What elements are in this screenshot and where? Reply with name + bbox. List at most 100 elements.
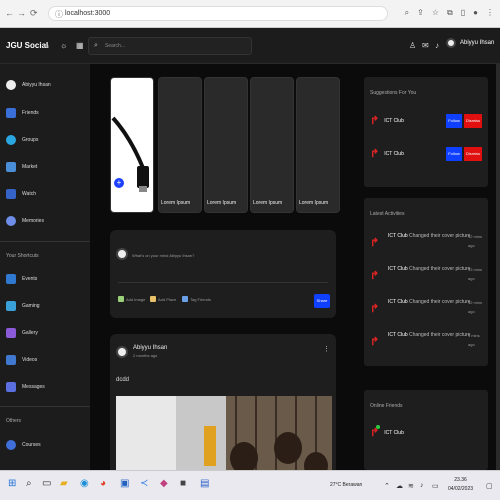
edge-browser-icon[interactable]: ◉ xyxy=(80,478,89,489)
sidebar-item-watch[interactable]: Watch xyxy=(6,189,36,199)
tag-friends-label: Tag Friends xyxy=(190,296,211,302)
groups-icon xyxy=(6,135,16,145)
post-image[interactable] xyxy=(116,396,332,474)
activity-item[interactable]: ICT Club Changed their cover picture 1 m… xyxy=(388,331,484,347)
ict-logo: ↱ xyxy=(370,237,380,249)
notifications-icon[interactable]: ▢ xyxy=(486,482,493,490)
chrome-browser-icon[interactable]: ◕ xyxy=(100,478,106,489)
tag-friends-button[interactable]: Tag Friends xyxy=(182,296,211,302)
address-bar[interactable]: ⓘ localhost:3000 xyxy=(48,6,388,21)
avatar[interactable] xyxy=(116,346,128,358)
mail-icon[interactable]: ✉ xyxy=(422,41,429,50)
search-icon: ⌕ xyxy=(94,42,98,49)
back-icon[interactable]: ← xyxy=(5,8,14,18)
share-icon[interactable]: ⇪ xyxy=(417,8,424,18)
battery-icon[interactable]: ▭ xyxy=(432,482,439,490)
dismiss-button[interactable]: Dismiss xyxy=(464,114,482,128)
home-icon[interactable]: ⌂ xyxy=(44,41,49,50)
person-icon[interactable]: ♙ xyxy=(409,41,416,50)
avatar xyxy=(116,248,128,260)
story-card[interactable]: Lorem Ipsum xyxy=(204,77,248,213)
story-card-own[interactable]: + xyxy=(110,77,154,213)
sidebar-item-label: Market xyxy=(22,164,38,170)
windows-start-icon[interactable]: ⊞ xyxy=(8,478,16,489)
add-image-label: Add Image xyxy=(126,296,146,302)
add-story-button[interactable]: + xyxy=(114,178,124,188)
sidebar-item-label: Events xyxy=(22,276,38,282)
activity-item[interactable]: ICT Club Changed their cover picture 12 … xyxy=(388,232,484,248)
add-image-button[interactable]: Add Image xyxy=(118,296,145,302)
sidebar-item-market[interactable]: Market xyxy=(6,162,37,172)
sidebar-item-label: Friends xyxy=(22,110,39,116)
share-button[interactable]: Share xyxy=(314,294,330,308)
profile-icon[interactable]: ● xyxy=(473,8,478,18)
sidebar-item-videos[interactable]: Videos xyxy=(6,355,37,365)
app-icon[interactable]: ■ xyxy=(180,478,186,489)
sidebar-item-events[interactable]: Events xyxy=(6,274,37,284)
activity-time: 13 mins ago xyxy=(468,267,483,281)
search-icon[interactable]: ⌕ xyxy=(26,478,32,489)
follow-button[interactable]: Follow xyxy=(446,147,462,161)
tray-expand-icon[interactable]: ⌃ xyxy=(384,482,390,490)
notification-icon[interactable]: ♪ xyxy=(435,41,439,50)
online-friend-item[interactable]: ↱ ICT Club xyxy=(370,425,404,439)
search-box[interactable]: ⌕ Search... xyxy=(88,37,252,55)
activity-who: ICT Club xyxy=(388,266,408,272)
sidebar-item-label: Messages xyxy=(22,384,45,390)
bookmark-star-icon[interactable]: ☆ xyxy=(432,8,439,18)
story-card[interactable]: Lorem Ipsum xyxy=(250,77,294,213)
dismiss-button[interactable]: Dismiss xyxy=(464,147,482,161)
weather-widget[interactable]: 27°C Berawan xyxy=(330,482,362,488)
app-logo[interactable]: JGU Social xyxy=(6,41,48,50)
zoom-icon[interactable]: ⌕ xyxy=(405,8,409,18)
vscode-icon[interactable]: ≺ xyxy=(140,478,148,489)
wifi-icon[interactable]: ≋ xyxy=(408,482,414,490)
volume-icon[interactable]: ♪ xyxy=(420,482,424,489)
app-header: JGU Social ⌂ ☼ ▦ ⌕ Search... ♙ ✉ ♪ Abiyy… xyxy=(0,28,500,64)
follow-button[interactable]: Follow xyxy=(446,114,462,128)
add-place-button[interactable]: Add Place xyxy=(150,296,176,302)
user-menu[interactable]: Abiyyu Ihsan xyxy=(446,38,494,48)
app-icon[interactable]: ◆ xyxy=(160,478,168,489)
post-input[interactable]: What's on your mind Abiyyu Ihsan? xyxy=(132,253,194,258)
sidebar-item-courses[interactable]: Courses xyxy=(6,440,41,450)
activity-logo: ↱ xyxy=(370,269,379,282)
info-icon[interactable]: ⓘ xyxy=(55,9,63,20)
sidepanel-icon[interactable]: ▯ xyxy=(461,8,465,18)
sidebar-item-gallery[interactable]: Gallery xyxy=(6,328,38,338)
task-view-icon[interactable]: ▭ xyxy=(42,478,51,489)
story-card[interactable]: Lorem Ipsum xyxy=(296,77,340,213)
theme-toggle-icon[interactable]: ☼ xyxy=(60,41,67,50)
more-options-icon[interactable]: ⋮ xyxy=(323,345,330,353)
search-input[interactable]: Search... xyxy=(105,43,125,49)
app-icon[interactable]: ▤ xyxy=(200,478,209,489)
sidebar-item-profile[interactable]: Abiyyu Ihsan xyxy=(6,80,51,90)
activity-item[interactable]: ICT Club Changed their cover picture 13 … xyxy=(388,265,484,281)
cloud-icon[interactable]: ☁ xyxy=(396,482,403,490)
extensions-icon[interactable]: ⧉ xyxy=(447,8,453,18)
story-card[interactable]: Lorem Ipsum xyxy=(158,77,202,213)
word-icon[interactable]: ▣ xyxy=(120,478,129,489)
forward-icon[interactable]: → xyxy=(17,8,26,18)
activity-item[interactable]: ICT Club Changed their cover picture 12 … xyxy=(388,298,484,314)
friend-icon xyxy=(182,296,188,302)
post-author[interactable]: Abiyyu Ihsan xyxy=(133,345,167,351)
scrollbar[interactable] xyxy=(496,64,500,470)
videos-icon xyxy=(6,355,16,365)
suggestion-name: ICT Club xyxy=(384,150,404,157)
sidebar-item-memories[interactable]: Memories xyxy=(6,216,44,226)
reload-icon[interactable]: ⟳ xyxy=(30,8,38,19)
apps-grid-icon[interactable]: ▦ xyxy=(76,41,84,50)
clock[interactable]: 23.36 04/02/2023 xyxy=(448,476,473,494)
sidebar-item-gaming[interactable]: Gaming xyxy=(6,301,40,311)
browser-menu-icon[interactable]: ⋮ xyxy=(486,8,494,18)
gaming-icon xyxy=(6,301,16,311)
sidebar-item-groups[interactable]: Groups xyxy=(6,135,38,145)
suggestion-item[interactable]: ↱ ICT Club xyxy=(370,114,404,127)
activity-what: Changed their cover picture xyxy=(409,233,471,239)
suggestion-item[interactable]: ↱ ICT Club xyxy=(370,147,404,160)
events-icon xyxy=(6,274,16,284)
file-explorer-icon[interactable]: ▰ xyxy=(60,478,68,489)
sidebar-item-friends[interactable]: Friends xyxy=(6,108,39,118)
sidebar-item-messages[interactable]: Messages xyxy=(6,382,45,392)
